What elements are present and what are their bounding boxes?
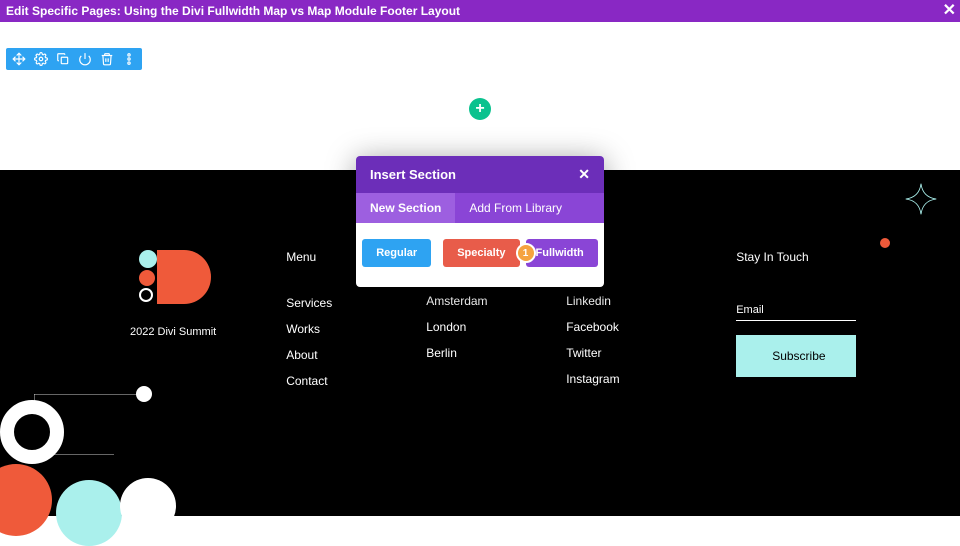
- menu-link-about[interactable]: About: [286, 348, 386, 362]
- page-title: Edit Specific Pages: Using the Divi Full…: [6, 4, 460, 18]
- gear-icon[interactable]: [34, 52, 48, 66]
- step-badge: 1: [516, 243, 536, 263]
- duplicate-icon[interactable]: [56, 52, 70, 66]
- regular-section-button[interactable]: Regular: [362, 239, 431, 267]
- modal-header: Insert Section ✕: [356, 156, 604, 193]
- social-link-instagram[interactable]: Instagram: [566, 372, 666, 386]
- tab-new-section[interactable]: New Section: [356, 193, 455, 223]
- location-link-amsterdam[interactable]: Amsterdam: [426, 294, 526, 308]
- modal-body: Regular Specialty 1 Fullwidth: [356, 223, 604, 287]
- footer-logo-column: 2022 Divi Summit: [130, 250, 216, 400]
- email-field[interactable]: [736, 320, 856, 321]
- stay-in-touch-heading: Stay In Touch: [736, 250, 856, 264]
- section-toolbox: [6, 48, 142, 70]
- upper-section: + +: [0, 22, 960, 170]
- social-link-linkedin[interactable]: Linkedin: [566, 294, 666, 308]
- trash-icon[interactable]: [100, 52, 114, 66]
- menu-link-services[interactable]: Services: [286, 296, 386, 310]
- insert-section-modal: Insert Section ✕ New Section Add From Li…: [356, 156, 604, 287]
- decorative-shapes: [0, 386, 200, 516]
- location-link-berlin[interactable]: Berlin: [426, 346, 526, 360]
- menu-link-contact[interactable]: Contact: [286, 374, 386, 388]
- modal-close-icon[interactable]: ✕: [578, 166, 590, 183]
- menu-link-works[interactable]: Works: [286, 322, 386, 336]
- social-link-twitter[interactable]: Twitter: [566, 346, 666, 360]
- subscribe-button[interactable]: Subscribe: [736, 335, 856, 377]
- move-icon[interactable]: [12, 52, 26, 66]
- power-icon[interactable]: [78, 52, 92, 66]
- footer-subscribe-column: Stay In Touch Email Subscribe: [736, 250, 856, 400]
- specialty-section-button[interactable]: Specialty: [443, 239, 519, 267]
- fullwidth-section-button[interactable]: 1 Fullwidth: [526, 239, 598, 267]
- fullwidth-label: Fullwidth: [536, 247, 584, 259]
- location-link-london[interactable]: London: [426, 320, 526, 334]
- add-module-button[interactable]: +: [469, 98, 491, 120]
- footer-logo-caption: 2022 Divi Summit: [130, 326, 216, 338]
- modal-title: Insert Section: [370, 167, 456, 182]
- footer-logo: [135, 250, 211, 316]
- close-icon[interactable]: ✕: [943, 0, 956, 22]
- tab-add-from-library[interactable]: Add From Library: [455, 193, 576, 223]
- dot-icon: [880, 238, 890, 248]
- page-title-bar: Edit Specific Pages: Using the Divi Full…: [0, 0, 960, 22]
- more-icon[interactable]: [122, 52, 136, 66]
- modal-tabs: New Section Add From Library: [356, 193, 604, 223]
- social-link-facebook[interactable]: Facebook: [566, 320, 666, 334]
- email-label: Email: [736, 304, 856, 316]
- diamond-icon: [904, 182, 938, 216]
